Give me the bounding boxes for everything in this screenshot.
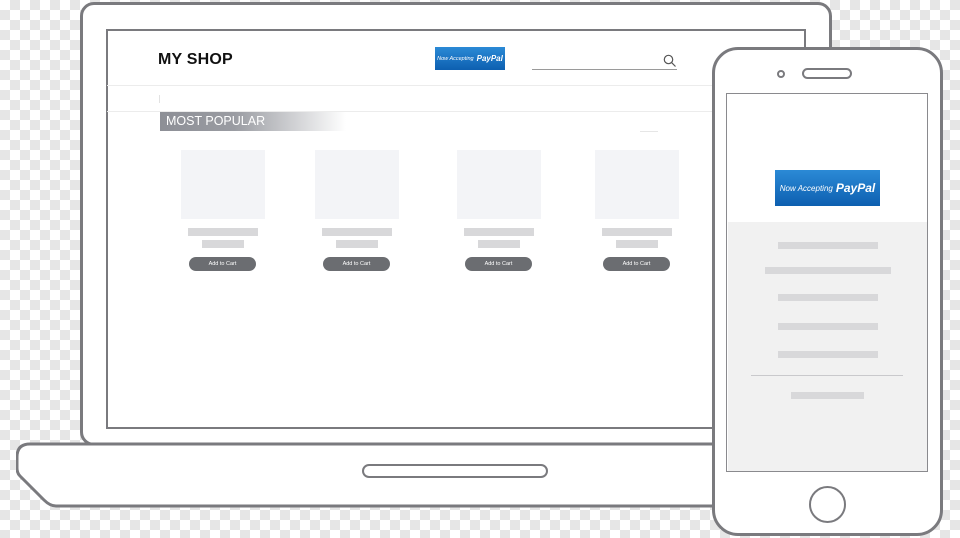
product-price-placeholder xyxy=(202,240,244,248)
decorative-dash xyxy=(640,131,658,132)
menu-item-placeholder[interactable] xyxy=(778,351,878,358)
search-icon[interactable] xyxy=(663,54,677,68)
product-name-placeholder xyxy=(188,228,258,236)
home-button[interactable] xyxy=(809,486,846,523)
product-price-placeholder xyxy=(616,240,658,248)
phone-divider xyxy=(751,375,903,376)
search-input[interactable] xyxy=(532,69,677,70)
paypal-brand-text: PayPal xyxy=(835,181,876,195)
laptop-trackpad xyxy=(362,464,548,478)
section-title-most-popular: MOST POPULAR xyxy=(160,112,346,131)
menu-item-placeholder[interactable] xyxy=(778,294,878,301)
phone-content-area xyxy=(728,222,927,471)
product-name-placeholder xyxy=(602,228,672,236)
add-to-cart-button[interactable]: Add to Cart xyxy=(323,257,390,271)
add-to-cart-button[interactable]: Add to Cart xyxy=(189,257,256,271)
menu-item-placeholder[interactable] xyxy=(778,242,878,249)
add-to-cart-button[interactable]: Add to Cart xyxy=(465,257,532,271)
header-divider xyxy=(107,85,804,86)
product-price-placeholder xyxy=(336,240,378,248)
product-image[interactable] xyxy=(315,150,399,219)
product-image[interactable] xyxy=(181,150,265,219)
paypal-badge-mobile[interactable]: Now Accepting PayPal xyxy=(775,170,880,206)
nav-placeholder xyxy=(159,95,160,103)
shop-title: MY SHOP xyxy=(158,51,233,68)
paypal-accepting-text: Now Accepting xyxy=(779,183,833,193)
product-price-placeholder xyxy=(478,240,520,248)
product-image[interactable] xyxy=(595,150,679,219)
footer-placeholder[interactable] xyxy=(791,392,864,399)
product-name-placeholder xyxy=(322,228,392,236)
menu-item-placeholder[interactable] xyxy=(778,323,878,330)
add-to-cart-button[interactable]: Add to Cart xyxy=(603,257,670,271)
phone-camera-icon xyxy=(777,70,785,78)
product-name-placeholder xyxy=(464,228,534,236)
paypal-brand-text: PayPal xyxy=(476,54,503,63)
product-image[interactable] xyxy=(457,150,541,219)
paypal-badge-desktop[interactable]: Now Accepting PayPal xyxy=(435,47,505,70)
phone-speaker xyxy=(802,68,852,79)
menu-item-placeholder[interactable] xyxy=(765,267,891,274)
paypal-accepting-text: Now Accepting xyxy=(437,55,474,62)
